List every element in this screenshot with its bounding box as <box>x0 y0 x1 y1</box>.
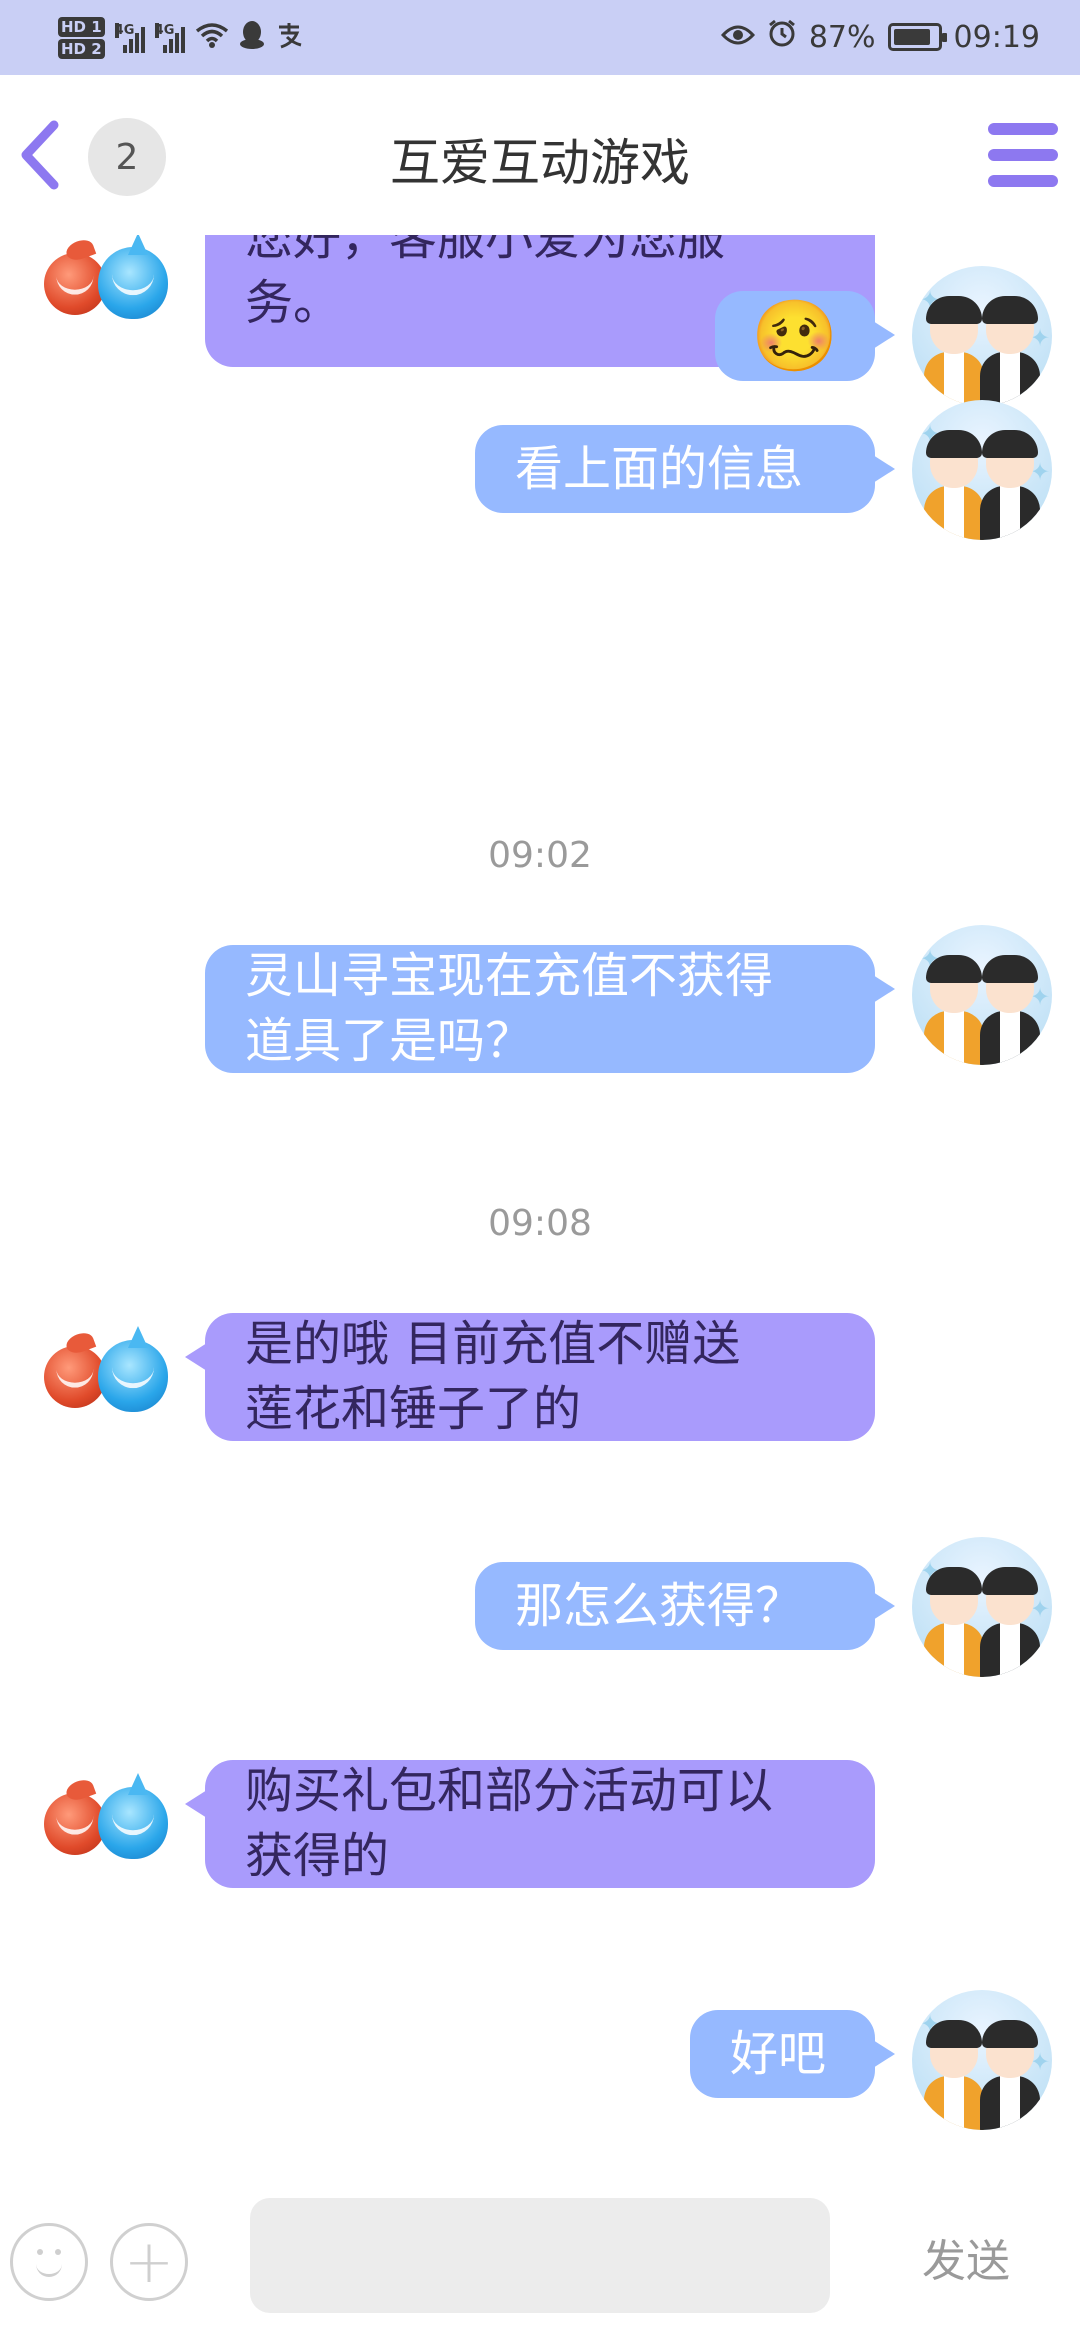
person-left <box>924 2010 984 2130</box>
person-left <box>924 945 984 1065</box>
battery-fill <box>893 29 931 45</box>
smiley-icon <box>24 2237 74 2287</box>
user-message-bubble[interactable]: 那怎么获得？ <box>475 1562 895 1650</box>
network-2-label: 4G <box>154 23 175 38</box>
message-text: 灵山寻宝现在充值不获得 道具了是吗？ <box>245 948 774 1069</box>
status-bar: HD 1 HD 2 4G 4G 87% 09:19 <box>0 0 1080 75</box>
input-bar: + 发送 <box>0 2185 1080 2340</box>
red-mascot-icon <box>44 1346 106 1408</box>
emoji-button[interactable] <box>10 2223 88 2301</box>
hd-indicator: HD 1 HD 2 <box>58 17 105 59</box>
hamburger-icon <box>988 123 1058 135</box>
alarm-icon <box>767 18 797 56</box>
qq-icon <box>239 20 265 56</box>
agent-avatar[interactable] <box>40 1326 180 1418</box>
user-avatar[interactable]: ✦ ✦ <box>912 1537 1052 1677</box>
battery-percent: 87% <box>808 19 876 55</box>
user-message-bubble[interactable]: 好吧 <box>690 2010 895 2098</box>
person-right <box>980 2010 1040 2130</box>
chat-list[interactable]: 您好，客服小爱为您服 务。 🥴 ✦ ✦ 看上面的信息 ✦ ✦ 09:02 灵山寻… <box>0 235 1080 2185</box>
message-text: 您好，客服小爱为您服 务。 <box>245 235 726 331</box>
person-left <box>924 286 984 406</box>
red-mascot-icon <box>44 1793 106 1855</box>
user-avatar[interactable]: ✦ ✦ <box>912 400 1052 540</box>
wifi-icon <box>195 21 229 55</box>
person-left <box>924 420 984 540</box>
woozy-face-emoji-icon: 🥴 <box>751 295 839 377</box>
add-attachment-button[interactable]: + <box>110 2223 188 2301</box>
hd1-badge: HD 1 <box>58 17 105 37</box>
eye-icon <box>720 20 755 55</box>
message-text: 那怎么获得？ <box>515 1577 804 1634</box>
blue-mascot-icon <box>98 1773 168 1859</box>
person-right <box>980 1557 1040 1677</box>
person-right <box>980 945 1040 1065</box>
person-right <box>980 420 1040 540</box>
chat-header: 2 互爱互动游戏 <box>0 75 1080 235</box>
message-text: 是的哦 目前充值不赠送 莲花和锤子了的 <box>245 1316 741 1437</box>
plus-icon: + <box>123 2227 175 2297</box>
agent-avatar[interactable] <box>40 1773 180 1865</box>
status-right-group: 87% 09:19 <box>720 12 1040 62</box>
network-1-label: 4G <box>114 23 135 38</box>
blue-mascot-icon <box>98 235 168 319</box>
menu-button[interactable] <box>988 123 1058 187</box>
timestamp: 09:02 <box>488 835 592 876</box>
agent-avatar[interactable] <box>40 235 180 325</box>
signal-2-icon: 4G <box>154 23 185 53</box>
user-message-bubble[interactable]: 看上面的信息 <box>475 425 895 513</box>
timestamp: 09:08 <box>488 1203 592 1244</box>
blue-mascot-icon <box>98 1326 168 1412</box>
clock-time: 09:19 <box>953 19 1040 55</box>
user-message-bubble[interactable]: 灵山寻宝现在充值不获得 道具了是吗？ <box>205 945 895 1073</box>
red-mascot-icon <box>44 253 106 315</box>
battery-icon <box>887 23 947 51</box>
user-avatar[interactable]: ✦ ✦ <box>912 925 1052 1065</box>
send-button[interactable]: 发送 <box>922 2225 1010 2289</box>
message-text: 看上面的信息 <box>515 440 804 497</box>
hd2-badge: HD 2 <box>58 39 105 59</box>
user-message-bubble[interactable]: 🥴 <box>715 291 895 381</box>
person-left <box>924 1557 984 1677</box>
status-left-group: HD 1 HD 2 4G 4G <box>58 10 303 66</box>
message-text: 好吧 <box>730 2025 827 2082</box>
signal-1-icon: 4G <box>114 23 145 53</box>
person-right <box>980 286 1040 406</box>
user-avatar[interactable]: ✦ ✦ <box>912 266 1052 406</box>
page-title: 互爱互动游戏 <box>390 134 690 192</box>
user-avatar[interactable]: ✦ ✦ <box>912 1990 1052 2130</box>
message-text: 购买礼包和部分活动可以 获得的 <box>245 1763 774 1884</box>
message-input[interactable] <box>250 2198 830 2313</box>
agent-message-bubble[interactable]: 购买礼包和部分活动可以 获得的 <box>185 1760 875 1888</box>
alipay-icon <box>275 21 303 55</box>
agent-message-bubble[interactable]: 是的哦 目前充值不赠送 莲花和锤子了的 <box>185 1313 875 1441</box>
